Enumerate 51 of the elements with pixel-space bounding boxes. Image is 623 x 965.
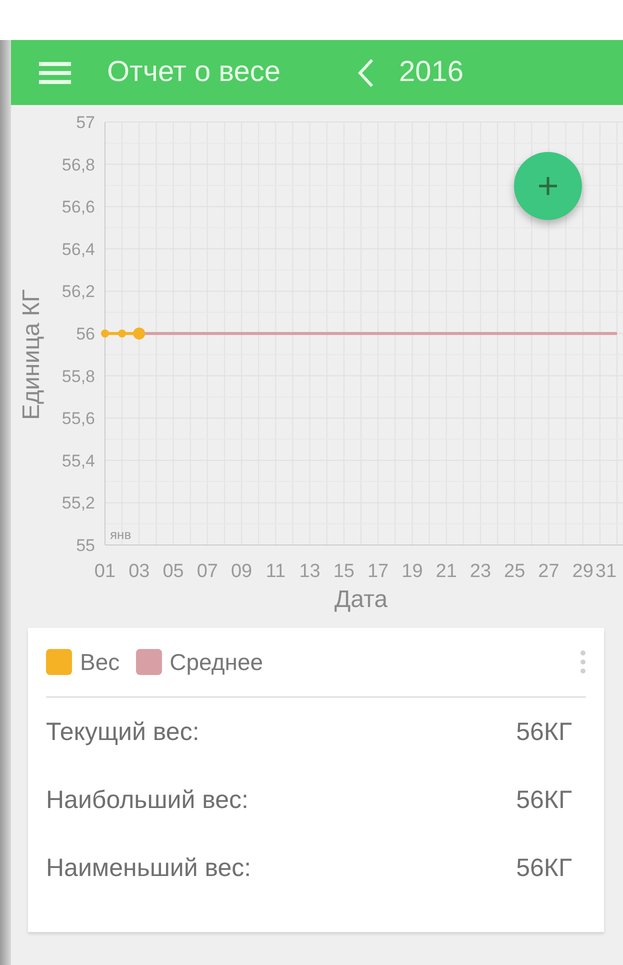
stat-value: 56КГ [516,786,572,814]
x-tick-label: 25 [504,561,526,582]
y-tick-label: 55,6 [62,409,95,428]
y-tick-label: 55 [76,536,95,555]
y-tick-label: 56,8 [62,155,95,174]
y-tick-label: 56,4 [62,240,95,259]
previous-year-button[interactable] [357,58,375,88]
stat-label: Текущий вес: [46,718,200,746]
more-icon [580,650,586,674]
x-tick-label: 27 [538,561,560,582]
screen-title: Отчет о весе [107,56,282,89]
stat-label: Наибольший вес: [46,786,248,814]
legend-label: Среднее [170,648,264,676]
plus-icon [538,176,558,196]
data-point [118,330,126,338]
y-tick-label: 56 [76,324,95,344]
data-point [101,330,109,338]
y-tick-label: 56,6 [62,198,95,217]
y-tick-label: 55,8 [62,366,95,386]
y-tick-label: 55,2 [62,494,95,513]
x-tick-label: 29 [572,561,594,582]
x-tick-label: 23 [470,561,492,582]
x-tick-label: 19 [402,561,423,582]
month-label: янв [110,527,132,542]
y-tick-label: 57 [76,113,95,132]
stat-value: 56КГ [516,854,572,882]
stat-value: 56КГ [516,718,572,746]
add-button[interactable] [514,152,582,220]
x-tick-label: 31 [595,561,617,582]
x-tick-label: 21 [436,561,457,582]
y-tick-label: 55,4 [62,451,95,470]
x-tick-label: 01 [94,561,116,582]
more-button[interactable] [580,650,586,674]
legend-label: Вес [80,648,120,676]
x-tick-label: 05 [162,561,184,582]
x-axis-title: Дата [334,586,388,613]
year-label: 2016 [399,56,464,89]
menu-button[interactable] [39,60,71,84]
x-tick-label: 07 [196,561,218,582]
data-point [133,328,146,340]
x-tick-label: 11 [266,561,286,582]
y-axis-title: Единица КГ [18,289,45,420]
x-tick-label: 17 [368,561,389,582]
chevron-left-icon [357,58,375,88]
y-tick-label: 56,2 [62,282,95,302]
x-tick-label: 03 [128,561,150,582]
stat-label: Наименьший вес: [46,854,252,882]
x-tick-label: 15 [333,561,354,582]
x-tick-label: 13 [299,561,320,582]
x-tick-label: 09 [230,561,252,582]
menu-icon [39,60,71,84]
